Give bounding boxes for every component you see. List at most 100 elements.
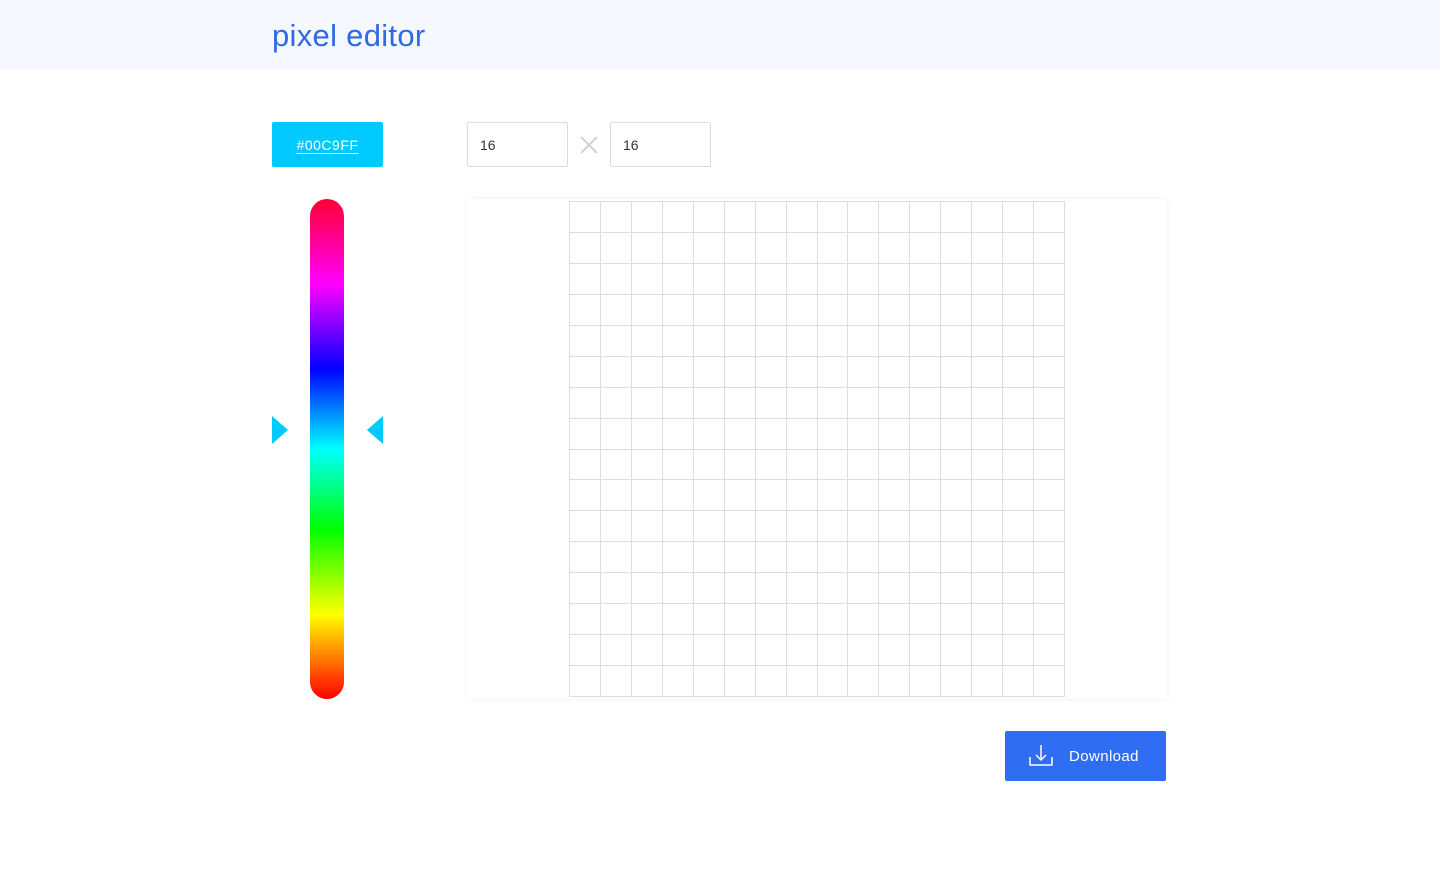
pixel-cell[interactable] bbox=[1034, 480, 1065, 512]
pixel-cell[interactable] bbox=[910, 418, 942, 450]
pixel-cell[interactable] bbox=[848, 573, 880, 605]
pixel-cell[interactable] bbox=[972, 232, 1004, 264]
pixel-cell[interactable] bbox=[600, 511, 632, 543]
pixel-cell[interactable] bbox=[631, 604, 663, 636]
pixel-cell[interactable] bbox=[879, 449, 911, 481]
pixel-cell[interactable] bbox=[879, 604, 911, 636]
pixel-cell[interactable] bbox=[1003, 263, 1035, 295]
pixel-cell[interactable] bbox=[879, 511, 911, 543]
pixel-cell[interactable] bbox=[570, 666, 601, 697]
pixel-cell[interactable] bbox=[848, 604, 880, 636]
pixel-cell[interactable] bbox=[848, 325, 880, 357]
pixel-cell[interactable] bbox=[1034, 542, 1065, 574]
pixel-cell[interactable] bbox=[600, 480, 632, 512]
pixel-cell[interactable] bbox=[755, 480, 787, 512]
pixel-cell[interactable] bbox=[786, 325, 818, 357]
pixel-cell[interactable] bbox=[817, 666, 849, 697]
pixel-cell[interactable] bbox=[786, 480, 818, 512]
pixel-cell[interactable] bbox=[786, 418, 818, 450]
pixel-cell[interactable] bbox=[941, 387, 973, 419]
grid-height-input[interactable] bbox=[610, 122, 711, 167]
pixel-cell[interactable] bbox=[724, 356, 756, 388]
pixel-cell[interactable] bbox=[755, 604, 787, 636]
pixel-cell[interactable] bbox=[786, 573, 818, 605]
pixel-cell[interactable] bbox=[817, 232, 849, 264]
pixel-cell[interactable] bbox=[755, 511, 787, 543]
pixel-cell[interactable] bbox=[972, 635, 1004, 667]
pixel-cell[interactable] bbox=[600, 202, 632, 233]
pixel-cell[interactable] bbox=[662, 294, 694, 326]
pixel-cell[interactable] bbox=[786, 604, 818, 636]
pixel-cell[interactable] bbox=[848, 232, 880, 264]
pixel-cell[interactable] bbox=[570, 542, 601, 574]
pixel-cell[interactable] bbox=[972, 356, 1004, 388]
pixel-cell[interactable] bbox=[631, 232, 663, 264]
pixel-cell[interactable] bbox=[879, 480, 911, 512]
pixel-cell[interactable] bbox=[600, 573, 632, 605]
pixel-cell[interactable] bbox=[755, 542, 787, 574]
pixel-cell[interactable] bbox=[786, 542, 818, 574]
pixel-cell[interactable] bbox=[600, 294, 632, 326]
hue-handle-right-icon[interactable] bbox=[367, 416, 383, 444]
pixel-cell[interactable] bbox=[941, 511, 973, 543]
pixel-cell[interactable] bbox=[817, 263, 849, 295]
pixel-cell[interactable] bbox=[662, 604, 694, 636]
pixel-cell[interactable] bbox=[786, 635, 818, 667]
pixel-cell[interactable] bbox=[755, 263, 787, 295]
pixel-cell[interactable] bbox=[848, 449, 880, 481]
pixel-cell[interactable] bbox=[1034, 356, 1065, 388]
pixel-cell[interactable] bbox=[1034, 573, 1065, 605]
pixel-cell[interactable] bbox=[724, 542, 756, 574]
pixel-cell[interactable] bbox=[848, 511, 880, 543]
pixel-cell[interactable] bbox=[570, 604, 601, 636]
pixel-cell[interactable] bbox=[570, 356, 601, 388]
pixel-cell[interactable] bbox=[1034, 325, 1065, 357]
pixel-cell[interactable] bbox=[724, 480, 756, 512]
pixel-cell[interactable] bbox=[1003, 542, 1035, 574]
pixel-cell[interactable] bbox=[662, 418, 694, 450]
pixel-cell[interactable] bbox=[600, 666, 632, 697]
pixel-cell[interactable] bbox=[755, 294, 787, 326]
pixel-cell[interactable] bbox=[972, 418, 1004, 450]
pixel-cell[interactable] bbox=[972, 202, 1004, 233]
pixel-cell[interactable] bbox=[848, 356, 880, 388]
download-button[interactable]: Download bbox=[1005, 731, 1166, 781]
pixel-cell[interactable] bbox=[1034, 263, 1065, 295]
pixel-cell[interactable] bbox=[693, 232, 725, 264]
pixel-cell[interactable] bbox=[910, 232, 942, 264]
pixel-cell[interactable] bbox=[910, 449, 942, 481]
pixel-cell[interactable] bbox=[941, 263, 973, 295]
pixel-cell[interactable] bbox=[570, 294, 601, 326]
pixel-cell[interactable] bbox=[755, 666, 787, 697]
pixel-cell[interactable] bbox=[879, 387, 911, 419]
pixel-cell[interactable] bbox=[972, 542, 1004, 574]
pixel-cell[interactable] bbox=[786, 387, 818, 419]
pixel-cell[interactable] bbox=[910, 294, 942, 326]
pixel-cell[interactable] bbox=[755, 573, 787, 605]
pixel-cell[interactable] bbox=[631, 635, 663, 667]
pixel-cell[interactable] bbox=[662, 542, 694, 574]
pixel-cell[interactable] bbox=[941, 232, 973, 264]
pixel-cell[interactable] bbox=[1034, 294, 1065, 326]
pixel-cell[interactable] bbox=[662, 356, 694, 388]
pixel-cell[interactable] bbox=[693, 573, 725, 605]
pixel-cell[interactable] bbox=[1034, 387, 1065, 419]
pixel-cell[interactable] bbox=[910, 604, 942, 636]
pixel-cell[interactable] bbox=[724, 387, 756, 419]
pixel-cell[interactable] bbox=[910, 387, 942, 419]
pixel-cell[interactable] bbox=[879, 418, 911, 450]
pixel-cell[interactable] bbox=[817, 202, 849, 233]
pixel-cell[interactable] bbox=[755, 387, 787, 419]
pixel-cell[interactable] bbox=[570, 480, 601, 512]
pixel-cell[interactable] bbox=[786, 356, 818, 388]
pixel-cell[interactable] bbox=[786, 666, 818, 697]
pixel-cell[interactable] bbox=[972, 325, 1004, 357]
pixel-cell[interactable] bbox=[941, 573, 973, 605]
pixel-cell[interactable] bbox=[879, 573, 911, 605]
pixel-cell[interactable] bbox=[693, 263, 725, 295]
pixel-cell[interactable] bbox=[631, 511, 663, 543]
pixel-cell[interactable] bbox=[600, 387, 632, 419]
pixel-cell[interactable] bbox=[1003, 325, 1035, 357]
pixel-cell[interactable] bbox=[972, 666, 1004, 697]
pixel-cell[interactable] bbox=[910, 635, 942, 667]
